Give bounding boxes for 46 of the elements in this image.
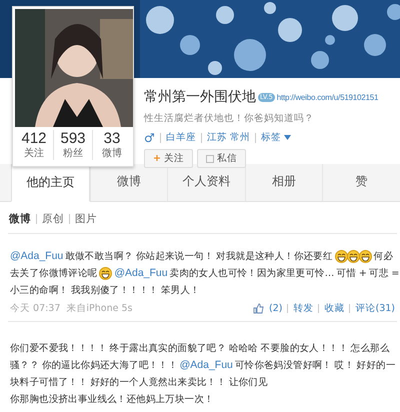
stat-label[interactable]: 微博 (102, 147, 122, 160)
profile-tag-link[interactable]: 标签 (260, 131, 281, 144)
post-action-link[interactable]: 转发 (293, 302, 314, 315)
filter-link[interactable]: 图片 (75, 212, 97, 226)
profile-tag-link[interactable]: 白羊座 (166, 131, 196, 144)
grin-emoji-icon (346, 250, 360, 263)
stat-label[interactable]: 粉丝 (63, 147, 83, 160)
grin-emoji-icon (358, 250, 372, 263)
profile-tab[interactable]: 个人资料 (167, 164, 245, 201)
grin-emoji-icon (334, 250, 348, 263)
post-text: 骚？？ 你的逼比你妈还大海了吧！！！ (10, 359, 178, 373)
post-text: 敢做不敢当啊？ 你站起来说一句！ 对我就是这种人！你还要红 (65, 250, 333, 264)
post-text: 你们爱不爱我！！！！ 终于露出真实的面貌了吧？ 哈哈哈 不要脸的女人！！！ 怎么那么 (10, 342, 390, 356)
post-text: 块料子可惜了！！ 好好的一个人竟然出来卖比！！ 让你们见 (10, 376, 268, 390)
profile-link[interactable]: http://weibo.com/u/519102151 (276, 92, 378, 102)
message-button[interactable]: 私信 (196, 149, 246, 168)
post-action-link[interactable]: 评论(31) (355, 302, 395, 315)
post-text: 你那胸也没挤出事业线么！还他妈上万块一次！ (10, 393, 214, 407)
grin-emoji-icon (99, 267, 112, 280)
follow-button[interactable]: + 关注 (144, 149, 193, 168)
like-count[interactable]: (2) (269, 303, 282, 314)
thumbs-up-icon (253, 303, 264, 314)
post-text: 小三的命啊！ 我我别傻了！！！！ 笨男人！ (10, 284, 200, 298)
post-action-link[interactable]: 收藏 (324, 302, 344, 315)
profile-tab[interactable]: 赞 (322, 164, 400, 201)
profile-tab[interactable]: 微博 (90, 164, 168, 201)
gender-symbol: ♂ (144, 132, 155, 144)
stat-count[interactable]: 593 (60, 130, 86, 147)
stat-label[interactable]: 关注 (24, 147, 44, 160)
post-text: 卖肉的女人也可怜！因为家里更可怜… 可惜 + 可悲 = (170, 267, 399, 281)
post-text: 可怜你爸妈没管好啊！ 哎！ 好好的一 (234, 359, 396, 373)
caret-icon (284, 135, 291, 140)
stat-count[interactable]: 33 (104, 130, 120, 147)
profile-tag-link[interactable]: 江苏 常州 (206, 131, 250, 144)
bio-text: 性生活腐烂者伏地也！你爸妈知道吗？ (144, 112, 315, 125)
filter-link[interactable]: 微博 (9, 212, 31, 226)
post-text: 去关了你微博评论呢 (10, 267, 98, 281)
profile-tab[interactable]: 他的主页 (11, 164, 90, 202)
stat-count[interactable]: 412 (21, 130, 47, 147)
post-text: 何必 (374, 250, 394, 264)
mention-link[interactable]: @Ada_Fuu (114, 265, 168, 282)
profile-tab[interactable]: 相册 (244, 164, 322, 201)
filter-link[interactable]: 原创 (42, 212, 64, 226)
mention-link[interactable]: @Ada_Fuu (180, 357, 233, 374)
user-name: 常州第一外围伏地 (144, 88, 256, 106)
mention-link[interactable]: @Ada_Fuu (10, 248, 64, 265)
